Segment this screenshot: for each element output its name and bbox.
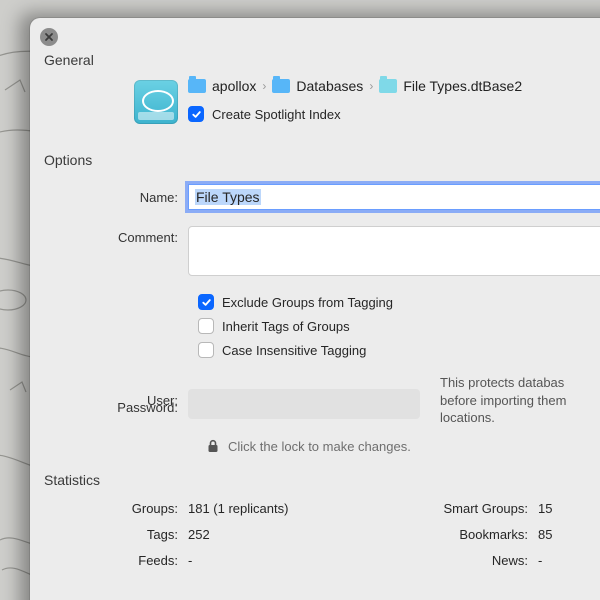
- password-label: Password:: [38, 400, 188, 415]
- inherit-checkbox[interactable]: [198, 318, 214, 334]
- hint-l1: This protects databas: [440, 374, 566, 392]
- database-file-icon: [379, 79, 397, 93]
- name-input[interactable]: File Types: [188, 184, 600, 210]
- stats-groups-label: Groups:: [38, 501, 188, 516]
- stats-smart-label: Smart Groups:: [383, 501, 538, 516]
- close-button[interactable]: [40, 28, 58, 46]
- section-options-title: Options: [30, 152, 600, 168]
- database-icon: [134, 80, 178, 124]
- name-label: Name:: [38, 190, 188, 205]
- hint-l3: locations.: [440, 409, 566, 427]
- caseins-label: Case Insensitive Tagging: [222, 343, 366, 358]
- stats-feeds-label: Feeds:: [38, 553, 188, 568]
- stats-groups-value: 181 (1 replicants): [188, 501, 383, 516]
- hint-l2: before importing them: [440, 392, 566, 410]
- statistics: Groups: 181 (1 replicants) Smart Groups:…: [38, 496, 600, 574]
- spotlight-checkbox[interactable]: [188, 106, 204, 122]
- exclude-label: Exclude Groups from Tagging: [222, 295, 393, 310]
- lock-text: Click the lock to make changes.: [228, 439, 411, 454]
- stats-tags-value: 252: [188, 527, 383, 542]
- spotlight-label: Create Spotlight Index: [212, 107, 341, 122]
- stats-bookmarks-label: Bookmarks:: [383, 527, 538, 542]
- stats-news-label: News:: [383, 553, 538, 568]
- password-input: [188, 397, 420, 419]
- stats-feeds-value: -: [188, 553, 383, 568]
- inherit-label: Inherit Tags of Groups: [222, 319, 350, 334]
- breadcrumb-seg-3[interactable]: File Types.dtBase2: [403, 78, 522, 94]
- caseins-checkbox[interactable]: [198, 342, 214, 358]
- lock-icon[interactable]: [206, 439, 220, 453]
- name-input-value: File Types: [195, 189, 261, 205]
- folder-icon: [272, 79, 290, 93]
- chevron-right-icon: ›: [262, 79, 266, 93]
- breadcrumb-seg-1[interactable]: apollox: [212, 78, 256, 94]
- comment-label: Comment:: [38, 226, 188, 245]
- stats-news-value: -: [538, 553, 542, 568]
- section-statistics-title: Statistics: [30, 472, 600, 488]
- section-general-title: General: [30, 52, 600, 68]
- comment-textarea[interactable]: [188, 226, 600, 276]
- folder-icon: [188, 79, 206, 93]
- breadcrumb[interactable]: apollox › Databases › File Types.dtBase2: [188, 78, 600, 94]
- stats-bookmarks-value: 85: [538, 527, 552, 542]
- exclude-checkbox[interactable]: [198, 294, 214, 310]
- stats-smart-value: 15: [538, 501, 552, 516]
- breadcrumb-seg-2[interactable]: Databases: [296, 78, 363, 94]
- settings-window: General apollox › Databases › File Type: [30, 18, 600, 600]
- stats-tags-label: Tags:: [38, 527, 188, 542]
- chevron-right-icon: ›: [369, 79, 373, 93]
